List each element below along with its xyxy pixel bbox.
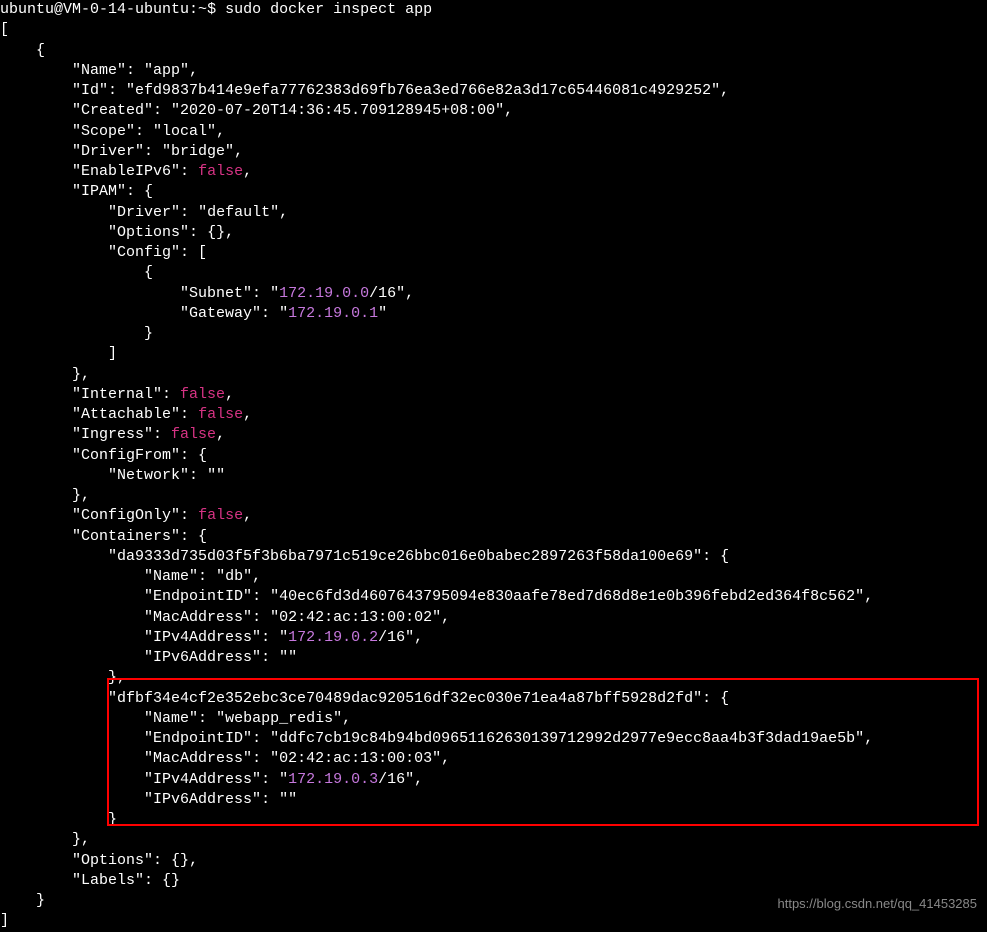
ip-subnet: 172.19.0.0 <box>279 285 369 302</box>
ip-c2-ipv4: 172.19.0.3 <box>288 771 378 788</box>
shell-prompt: ubuntu@VM-0-14-ubuntu:~$ <box>0 1 216 18</box>
watermark: https://blog.csdn.net/qq_41453285 <box>778 895 978 913</box>
false-keyword: false <box>198 163 243 180</box>
false-keyword: false <box>180 386 225 403</box>
shell-command: sudo docker inspect app <box>225 1 432 18</box>
ip-gateway: 172.19.0.1 <box>288 305 378 322</box>
ip-c1-ipv4: 172.19.0.2 <box>288 629 378 646</box>
false-keyword: false <box>198 406 243 423</box>
terminal-output: ubuntu@VM-0-14-ubuntu:~$ sudo docker ins… <box>0 0 987 932</box>
false-keyword: false <box>198 507 243 524</box>
false-keyword: false <box>171 426 216 443</box>
